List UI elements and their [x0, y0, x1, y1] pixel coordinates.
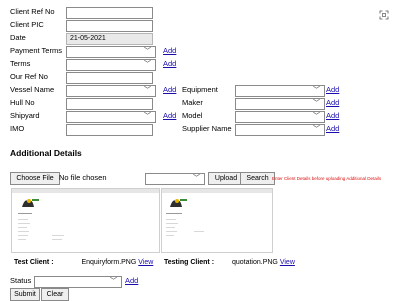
attachment-thumbnail-1[interactable] — [11, 188, 160, 253]
chevron-down-icon: ﹀ — [313, 87, 320, 94]
chevron-down-icon: ﹀ — [313, 113, 320, 120]
imo-label: IMO — [10, 124, 25, 133]
add-terms-link[interactable]: Add — [163, 58, 176, 70]
status-label: Status — [10, 276, 32, 285]
add-vessel-name-link[interactable]: Add — [163, 84, 176, 96]
chevron-down-icon: ﹀ — [144, 48, 151, 55]
model-label: Model — [182, 111, 203, 120]
date-label: Date — [10, 33, 26, 42]
thumbnail-toolbar — [12, 189, 159, 193]
attachment-filename: quotation.PNG — [231, 259, 278, 266]
view-attachment-link[interactable]: View — [138, 259, 153, 266]
equipment-select[interactable]: ﹀ — [235, 85, 325, 97]
add-status-link[interactable]: Add — [125, 275, 138, 287]
attachment-caption-1: Test Client : Enquiryform.PNG View — [14, 258, 153, 268]
chevron-down-icon: ﹀ — [144, 113, 151, 120]
payment-terms-label: Payment Terms — [10, 46, 62, 55]
date-input[interactable]: 21-05-2021 — [66, 33, 153, 45]
supplier-name-select[interactable]: ﹀ — [235, 124, 325, 136]
attachment-client-label: Testing Client : — [164, 259, 215, 266]
our-ref-no-input[interactable] — [66, 72, 153, 84]
add-supplier-name-link[interactable]: Add — [326, 123, 339, 135]
expand-icon[interactable] — [379, 10, 389, 20]
view-attachment-link[interactable]: View — [280, 259, 295, 266]
submit-button[interactable]: Submit — [10, 288, 40, 301]
clear-button[interactable]: Clear — [41, 288, 69, 301]
chevron-down-icon: ﹀ — [110, 278, 117, 285]
logo-icon — [170, 199, 187, 207]
chevron-down-icon: ﹀ — [144, 87, 151, 94]
attachment-filename: Enquiryform.PNG — [81, 259, 137, 266]
client-ref-no-label: Client Ref No — [10, 7, 55, 16]
choose-file-button[interactable]: Choose File — [10, 172, 60, 185]
upload-button[interactable]: Upload — [208, 172, 244, 185]
client-pic-label: Client PIC — [10, 20, 44, 29]
attachment-client-label: Test Client : — [14, 259, 54, 266]
shipyard-select[interactable]: ﹀ — [66, 111, 156, 123]
our-ref-no-label: Our Ref No — [10, 72, 48, 81]
maker-label: Maker — [182, 98, 203, 107]
shipyard-label: Shipyard — [10, 111, 40, 120]
hull-no-label: Hull No — [10, 98, 35, 107]
client-ref-no-input[interactable] — [66, 7, 153, 19]
attachment-caption-2: Testing Client : quotation.PNG View — [164, 258, 295, 268]
search-button[interactable]: Search — [240, 172, 275, 185]
status-select[interactable]: ﹀ — [34, 276, 122, 288]
hull-no-input[interactable] — [66, 98, 153, 110]
chevron-down-icon: ﹀ — [193, 175, 200, 182]
payment-terms-select[interactable]: ﹀ — [66, 46, 156, 58]
no-file-chosen-text: No file chosen — [59, 173, 107, 182]
additional-details-heading: Additional Details — [10, 148, 82, 158]
add-maker-link[interactable]: Add — [326, 97, 339, 109]
logo-icon — [22, 199, 39, 207]
add-equipment-link[interactable]: Add — [326, 84, 339, 96]
add-shipyard-link[interactable]: Add — [163, 110, 176, 122]
equipment-label: Equipment — [182, 85, 218, 94]
terms-select[interactable]: ﹀ — [66, 59, 156, 71]
chevron-down-icon: ﹀ — [313, 126, 320, 133]
upload-warning-text: Enter Client Details before uploading Ad… — [272, 176, 382, 181]
imo-input[interactable] — [66, 124, 153, 136]
model-select[interactable]: ﹀ — [235, 111, 325, 123]
terms-label: Terms — [10, 59, 31, 68]
vessel-name-label: Vessel Name — [10, 85, 55, 94]
client-pic-input[interactable] — [66, 20, 153, 32]
add-payment-terms-link[interactable]: Add — [163, 45, 176, 57]
add-model-link[interactable]: Add — [326, 110, 339, 122]
maker-select[interactable]: ﹀ — [235, 98, 325, 110]
attachment-thumbnail-2[interactable] — [161, 188, 273, 253]
vessel-name-select[interactable]: ﹀ — [66, 85, 156, 97]
chevron-down-icon: ﹀ — [313, 100, 320, 107]
attachment-type-select[interactable]: ﹀ — [145, 173, 205, 185]
thumbnail-toolbar — [162, 189, 272, 193]
chevron-down-icon: ﹀ — [144, 61, 151, 68]
supplier-name-label: Supplier Name — [182, 124, 232, 133]
